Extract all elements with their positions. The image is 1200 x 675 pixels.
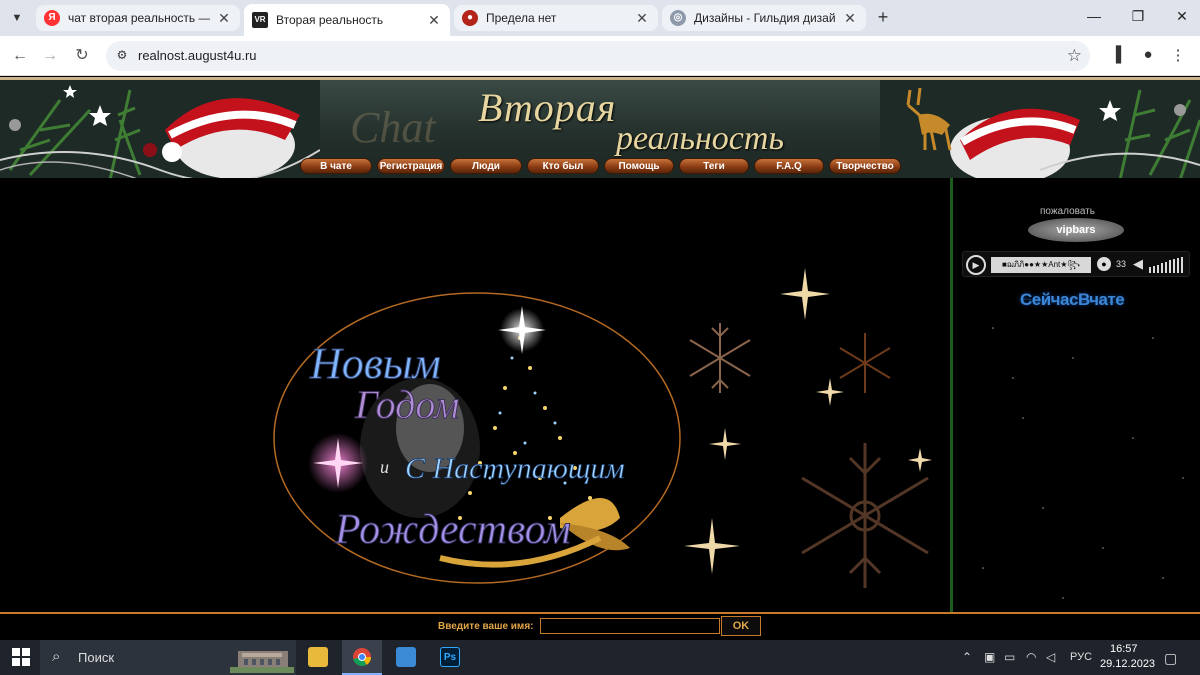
chrome-icon	[353, 648, 371, 667]
snowflake-icon	[801, 443, 929, 588]
tray-device-icon[interactable]: ▣	[984, 650, 995, 664]
close-icon[interactable]: ✕	[842, 10, 858, 27]
vipbars-logo: vipbars	[1028, 218, 1124, 242]
restore-icon[interactable]: ❐	[1128, 8, 1148, 25]
close-icon[interactable]: ✕	[634, 10, 650, 27]
notifications-icon[interactable]: ▢	[1164, 650, 1177, 667]
nav-v-chate[interactable]: В чате	[300, 158, 372, 174]
menu-dots-icon[interactable]: ⋮	[1168, 46, 1188, 64]
wifi-icon[interactable]: ◠	[1026, 650, 1036, 664]
christmas-decoration-right	[880, 80, 1200, 178]
nav-tags[interactable]: Теги	[679, 158, 749, 174]
photoshop-icon: Ps	[440, 647, 460, 667]
nav-registration[interactable]: Регистрация	[377, 158, 445, 174]
nav-faq[interactable]: F.A.Q	[754, 158, 824, 174]
site-nav: В чате Регистрация Люди Кто был Помощь Т…	[300, 158, 906, 174]
profile-icon[interactable]: ●	[1138, 46, 1158, 63]
taskbar-file-explorer[interactable]	[298, 640, 338, 675]
clock-time[interactable]: 16:57	[1110, 643, 1138, 655]
new-tab-plus-icon[interactable]: +	[872, 7, 894, 29]
tab-title: чат вторая реальность — Яндекс	[68, 11, 210, 25]
vr-icon: VR	[252, 12, 268, 28]
bookmark-star-icon[interactable]: ☆	[1067, 46, 1082, 66]
browser-toolbar: ← → ↻ ⚙ realnost.august4u.ru ☆ ▐ ● ⋮	[0, 36, 1200, 76]
tab-yandex[interactable]: Я чат вторая реальность — Яндекс ✕	[36, 5, 240, 31]
snowflake-icon	[689, 323, 751, 393]
radio-player: ▶ ■ฌภิภิ●●★★Ant★꧂ ● 33 ◀	[962, 251, 1190, 277]
search-placeholder: Поиск	[78, 650, 115, 665]
name-input[interactable]	[540, 618, 720, 634]
taskbar-chrome[interactable]	[342, 640, 382, 675]
clock-date[interactable]: 29.12.2023	[1100, 658, 1155, 670]
play-icon[interactable]: ▶	[966, 255, 986, 275]
vip-welcome-text: пожаловать	[1040, 206, 1095, 217]
forward-arrow-icon[interactable]: →	[40, 46, 60, 66]
vipbars-banner[interactable]: пожаловать vipbars	[1028, 206, 1124, 242]
ok-button[interactable]: OK	[721, 616, 761, 636]
snowflake-icon	[839, 333, 891, 393]
side-panel-icon[interactable]: ▐	[1106, 46, 1126, 63]
nav-help[interactable]: Помощь	[604, 158, 674, 174]
starfield-background	[982, 327, 1184, 599]
greeting-line3: С Наступающим	[405, 452, 625, 485]
name-label: Введите ваше имя:	[438, 621, 534, 632]
track-title: ■ฌภิภิ●●★★Ant★꧂	[991, 257, 1091, 273]
nav-who-was[interactable]: Кто был	[527, 158, 599, 174]
volume-bars[interactable]	[1149, 257, 1185, 273]
folder-icon	[308, 647, 328, 667]
reload-icon[interactable]: ↻	[72, 46, 92, 66]
tab-dizainy[interactable]: ◎ Дизайны - Гильдия дизайнеров ✕	[662, 5, 866, 31]
speaker-icon[interactable]: ◁	[1046, 650, 1055, 664]
window-close-icon[interactable]: ✕	[1172, 8, 1192, 25]
tray-chevron-up-icon[interactable]: ⌃	[962, 650, 972, 664]
greeting-conj: и	[380, 457, 389, 477]
tab-title: Предела нет	[486, 11, 557, 25]
search-icon: ⌕	[52, 648, 61, 665]
url-text[interactable]: realnost.august4u.ru	[138, 48, 257, 63]
yandex-icon: Я	[44, 10, 60, 26]
site-settings-icon[interactable]: ⚙	[114, 48, 130, 64]
windows-taskbar: ⌕ Поиск Ps ⌃ ▣ ▭ ◠ ◁ РУС 16:57 29.12.202…	[0, 640, 1200, 675]
globe-icon: ◎	[670, 10, 686, 26]
close-icon[interactable]: ✕	[426, 12, 442, 29]
listener-count: 33	[1116, 259, 1127, 269]
sidebar	[950, 178, 1200, 612]
main-content: Новым Годом и С Наступающим Рождеством	[0, 178, 952, 612]
battery-icon[interactable]: ▭	[1004, 650, 1015, 664]
volume-icon[interactable]: ◀	[1133, 256, 1143, 272]
tab-vtoraya-realnost[interactable]: VR Вторая реальность ✕	[244, 4, 450, 36]
login-bar: Введите ваше имя: OK	[0, 612, 1200, 640]
windows-start-icon[interactable]	[12, 648, 30, 666]
tab-title: Дизайны - Гильдия дизайнеров	[694, 11, 836, 25]
new-year-greeting-image: Новым Годом и С Наступающим Рождеством	[273, 268, 932, 588]
browser-tab-bar: ▼ Я чат вторая реальность — Яндекс ✕ VR …	[0, 0, 1200, 36]
nav-people[interactable]: Люди	[450, 158, 522, 174]
taskbar-search[interactable]: ⌕ Поиск	[40, 640, 296, 675]
listener-user-icon: ●	[1097, 257, 1111, 271]
now-in-chat-reflection: СейчасВчате	[1020, 296, 1125, 307]
close-icon[interactable]: ✕	[216, 10, 232, 27]
greeting-line1: Новым	[309, 339, 441, 388]
tab-search-chevron-icon[interactable]: ▼	[6, 8, 28, 28]
address-bar[interactable]: ⚙ realnost.august4u.ru ☆	[106, 41, 1090, 71]
site-title-line1: Вторая	[478, 85, 617, 130]
greeting-line2: Годом	[354, 382, 459, 427]
tab-title: Вторая реальность	[276, 13, 384, 27]
search-highlight-image	[230, 643, 294, 673]
greeting-line4: Рождеством	[334, 507, 571, 553]
site-title-line2: реальность	[616, 120, 784, 157]
christmas-decoration-left	[0, 80, 320, 178]
minimize-icon[interactable]: —	[1084, 8, 1104, 24]
tab-predela-net[interactable]: ● Предела нет ✕	[454, 5, 658, 31]
taskbar-photoshop[interactable]: Ps	[430, 640, 470, 675]
taskbar-photo-viewer[interactable]	[386, 640, 426, 675]
nav-creativity[interactable]: Творчество	[829, 158, 901, 174]
photos-icon	[396, 647, 416, 667]
chat-watermark: Chat	[350, 103, 436, 152]
language-indicator[interactable]: РУС	[1070, 651, 1092, 663]
back-arrow-icon[interactable]: ←	[10, 46, 30, 66]
apple-icon: ●	[462, 10, 478, 26]
